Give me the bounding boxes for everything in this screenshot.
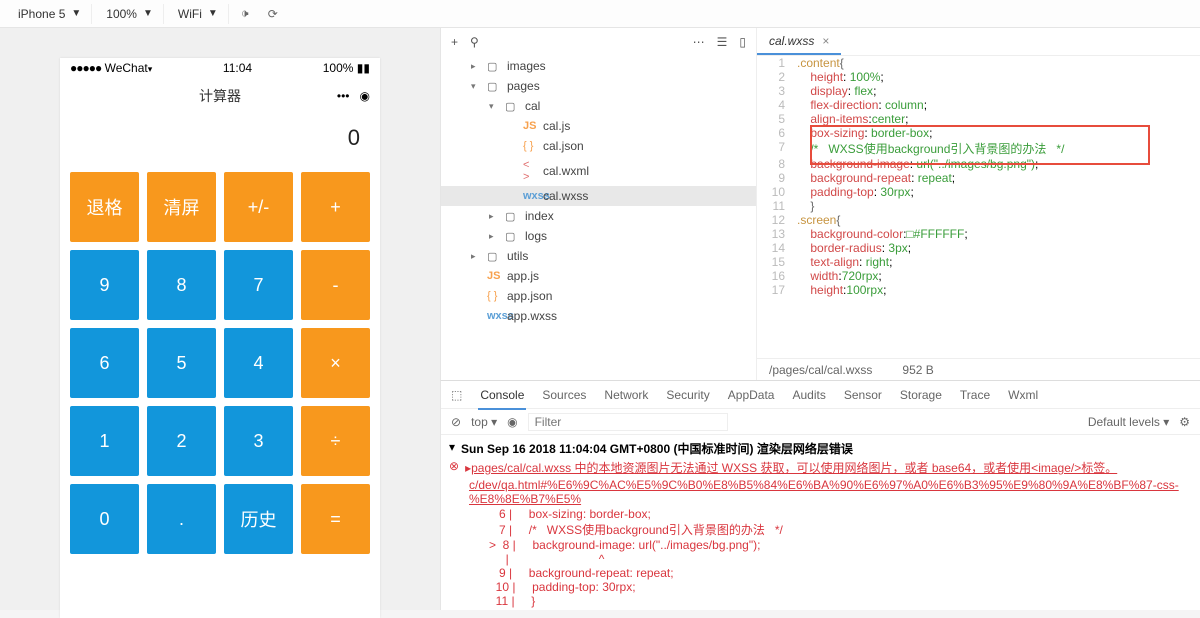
console-filter-bar: ⊘ top ▾ ◉ Default levels ▾ ⚙ — [441, 409, 1200, 435]
calc-keypad: 退格清屏+/-+987- 654× 123÷ 0.历史= — [60, 162, 380, 564]
panel-icon[interactable]: ▯ — [739, 35, 746, 49]
page-title: 计算器 — [199, 86, 241, 106]
battery-icon: ▮▮ — [357, 61, 370, 75]
file-explorer: + ⚲ ⋯ ☰ ▯ ▸▢images▾▢pages▾▢calJScal.js{ … — [441, 28, 757, 380]
calc-key[interactable]: 4 — [224, 328, 293, 398]
add-file-icon[interactable]: + — [451, 35, 458, 49]
devtools-tabs: ⬚ Console Sources Network Security AppData Au… — [441, 381, 1200, 409]
scope-selector[interactable]: top ▾ — [471, 415, 497, 429]
more-icon[interactable]: ⋯ — [693, 35, 705, 49]
file-tree-item[interactable]: wxssapp.wxss — [441, 306, 756, 326]
file-tree-item[interactable]: ▸▢index — [441, 206, 756, 226]
devtools-panel: ⬚ Console Sources Network Security AppData Au… — [440, 380, 1200, 610]
devtools-tab[interactable]: AppData — [726, 382, 777, 408]
calc-key[interactable]: = — [301, 484, 370, 554]
file-tree-item[interactable]: { }app.json — [441, 286, 756, 306]
simulator-panel: ●●●●● WeChat▾ 11:04 100% ▮▮ 计算器 ••• ◉ 0 … — [0, 28, 440, 610]
file-tree-item[interactable]: ▾▢pages — [441, 76, 756, 96]
filter-input[interactable] — [528, 413, 728, 431]
chevron-down-icon: ▼ — [143, 8, 153, 19]
status-time: 11:04 — [223, 61, 252, 75]
devtools-tab[interactable]: Sensor — [842, 382, 884, 408]
calc-key[interactable]: 3 — [224, 406, 293, 476]
calc-key[interactable]: ÷ — [301, 406, 370, 476]
calc-key[interactable]: - — [301, 250, 370, 320]
calc-key[interactable]: 6 — [70, 328, 139, 398]
file-tree-item[interactable]: { }cal.json — [441, 136, 756, 156]
close-icon[interactable]: × — [822, 34, 829, 48]
collapse-arrow-icon[interactable]: ▾ — [449, 440, 455, 454]
calc-key[interactable]: 1 — [70, 406, 139, 476]
file-tree-item[interactable]: ▸▢utils — [441, 246, 756, 266]
calc-key[interactable]: +/- — [224, 172, 293, 242]
top-toolbar: iPhone 5▼ 100%▼ WiFi▼ 🕩 ⟳ — [0, 0, 1200, 28]
collapse-icon[interactable]: ☰ — [717, 35, 728, 49]
code-area[interactable]: 1.content{2 height: 100%;3 display: flex… — [757, 56, 1200, 358]
file-tree-item[interactable]: wxsscal.wxss — [441, 186, 756, 206]
calc-key[interactable]: 7 — [224, 250, 293, 320]
status-bar: ●●●●● WeChat▾ 11:04 100% ▮▮ — [60, 58, 380, 78]
search-icon[interactable]: ⚲ — [470, 35, 479, 49]
console-output[interactable]: ▾Sun Sep 16 2018 11:04:04 GMT+0800 (中国标准… — [441, 435, 1200, 610]
editor-tabs: cal.wxss × — [757, 28, 1200, 56]
calc-key[interactable]: 0 — [70, 484, 139, 554]
file-tree-item[interactable]: ▾▢cal — [441, 96, 756, 116]
error-icon: ⊗ — [449, 459, 459, 473]
file-tree-item[interactable]: < >cal.wxml — [441, 156, 756, 186]
calc-key[interactable]: 清屏 — [147, 172, 216, 242]
file-tree-item[interactable]: JScal.js — [441, 116, 756, 136]
zoom-selector[interactable]: 100%▼ — [96, 4, 164, 24]
rotate-button[interactable]: ⟳ — [261, 4, 285, 24]
explorer-toolbar: + ⚲ ⋯ ☰ ▯ — [441, 28, 756, 56]
chevron-down-icon: ▼ — [208, 8, 218, 19]
devtools-tab[interactable]: Storage — [898, 382, 944, 408]
devtools-tab[interactable]: Sources — [540, 382, 588, 408]
devtools-tab[interactable]: Console — [478, 382, 526, 410]
calc-key[interactable]: 退格 — [70, 172, 139, 242]
code-editor: cal.wxss × 1.content{2 height: 100%;3 di… — [757, 28, 1200, 380]
devtools-tab[interactable]: Wxml — [1006, 382, 1040, 408]
inspect-icon[interactable]: ⬚ — [451, 388, 462, 402]
target-icon[interactable]: ◉ — [360, 89, 370, 103]
eye-icon[interactable]: ◉ — [507, 415, 517, 429]
network-selector[interactable]: WiFi▼ — [168, 4, 229, 24]
calc-key[interactable]: 5 — [147, 328, 216, 398]
file-tree-item[interactable]: JSapp.js — [441, 266, 756, 286]
nav-bar: 计算器 ••• ◉ — [60, 78, 380, 114]
device-selector[interactable]: iPhone 5▼ — [8, 4, 92, 24]
calc-display: 0 — [60, 114, 380, 162]
devtools-tab[interactable]: Audits — [790, 382, 827, 408]
devtools-tab[interactable]: Security — [664, 382, 711, 408]
devtools-tab[interactable]: Network — [602, 382, 650, 408]
tab-cal-wxss[interactable]: cal.wxss × — [757, 29, 841, 55]
calc-key[interactable]: 2 — [147, 406, 216, 476]
mute-button[interactable]: 🕩 — [233, 4, 257, 24]
chevron-down-icon: ▼ — [71, 8, 81, 19]
editor-statusbar: /pages/cal/cal.wxss 952 B — [757, 358, 1200, 380]
calc-key[interactable]: . — [147, 484, 216, 554]
calc-key[interactable]: + — [301, 172, 370, 242]
file-tree-item[interactable]: ▸▢images — [441, 56, 756, 76]
clear-console-icon[interactable]: ⊘ — [451, 415, 461, 429]
calc-key[interactable]: × — [301, 328, 370, 398]
devtools-tab[interactable]: Trace — [958, 382, 992, 408]
calc-key[interactable]: 9 — [70, 250, 139, 320]
phone-frame: ●●●●● WeChat▾ 11:04 100% ▮▮ 计算器 ••• ◉ 0 … — [60, 58, 380, 618]
calc-key[interactable]: 历史 — [224, 484, 293, 554]
menu-icon[interactable]: ••• — [337, 89, 350, 103]
settings-icon[interactable]: ⚙ — [1179, 415, 1190, 429]
levels-selector[interactable]: Default levels ▾ — [1088, 415, 1169, 429]
file-tree-item[interactable]: ▸▢logs — [441, 226, 756, 246]
calc-key[interactable]: 8 — [147, 250, 216, 320]
